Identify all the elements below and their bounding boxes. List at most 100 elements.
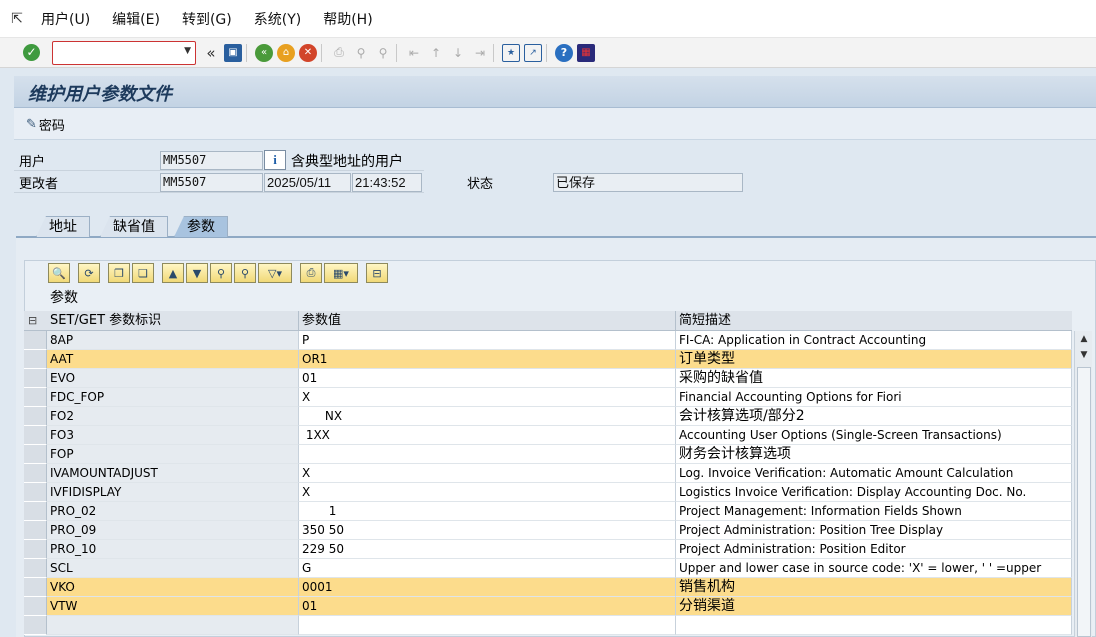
info-icon[interactable]: i — [264, 150, 286, 170]
layout-icon[interactable]: ▦▾ — [324, 263, 358, 283]
scroll-thumb[interactable] — [1077, 367, 1091, 637]
column-header-desc[interactable]: 简短描述 — [676, 311, 1072, 331]
table-row[interactable]: VKO 0001 销售机构 — [24, 578, 1072, 597]
menu-exit-icon[interactable]: ⇱ — [4, 11, 30, 27]
find-icon[interactable]: ⚲ — [352, 44, 370, 62]
row-selector[interactable] — [24, 483, 47, 502]
find-icon[interactable]: ⚲ — [210, 263, 232, 283]
table-row[interactable]: VTW 01 分销渠道 — [24, 597, 1072, 616]
cell-param-value[interactable]: 1 — [299, 502, 676, 521]
sort-descending-icon[interactable]: ▼ — [186, 263, 208, 283]
row-selector[interactable] — [24, 426, 47, 445]
table-row[interactable]: FO3 1XX Accounting User Options (Single-S… — [24, 426, 1072, 445]
menu-system[interactable]: 系统(Y) — [243, 9, 312, 29]
table-row[interactable]: FOP 财务会计核算选项 — [24, 445, 1072, 464]
vertical-scrollbar[interactable]: ▲ ▼ — [1074, 331, 1092, 637]
row-selector[interactable] — [24, 350, 47, 369]
cell-param-value[interactable]: G — [299, 559, 676, 578]
row-selector[interactable] — [24, 407, 47, 426]
column-header-id[interactable]: SET/GET 参数标识 — [47, 311, 299, 331]
save-icon[interactable]: ▣ — [224, 43, 242, 62]
tab-parameters[interactable]: 参数 — [174, 216, 228, 237]
collapse-icon[interactable]: « — [202, 44, 220, 62]
password-button[interactable]: ✎ 密码 — [26, 115, 65, 134]
cell-param-value[interactable]: 01 — [299, 597, 676, 616]
details-icon[interactable]: 🔍 — [48, 263, 70, 283]
cell-param-value[interactable]: OR1 — [299, 350, 676, 369]
scroll-down-icon[interactable]: ▼ — [1075, 347, 1093, 363]
table-row[interactable]: IVAMOUNTADJUST X Log. Invoice Verification… — [24, 464, 1072, 483]
tab-address[interactable]: 地址 — [36, 216, 90, 237]
cell-param-value[interactable]: P — [299, 331, 676, 350]
row-selector[interactable] — [24, 388, 47, 407]
print-icon[interactable]: ⎙ — [300, 263, 322, 283]
last-page-icon[interactable]: ⇥ — [471, 44, 489, 62]
help-icon[interactable]: ? — [555, 43, 573, 62]
exit-icon[interactable]: ⌂ — [277, 43, 295, 62]
tab-defaults[interactable]: 缺省值 — [100, 216, 168, 237]
menu-help[interactable]: 帮助(H) — [312, 9, 383, 29]
column-header-value[interactable]: 参数值 — [299, 311, 676, 331]
table-row[interactable]: 8AP P FI-CA: Application in Contract Accou… — [24, 331, 1072, 350]
row-selector[interactable] — [24, 445, 47, 464]
row-selector[interactable] — [24, 616, 47, 635]
previous-page-icon[interactable]: ↑ — [427, 44, 445, 62]
table-row[interactable]: SCL G Upper and lower case in source code:… — [24, 559, 1072, 578]
table-row[interactable]: IVFIDISPLAY X Logistics Invoice Verificati… — [24, 483, 1072, 502]
find-next-icon[interactable]: ⚲ — [234, 263, 256, 283]
select-all-icon[interactable]: ⊟ — [28, 314, 37, 327]
cell-param-value[interactable]: X — [299, 464, 676, 483]
filter-icon[interactable]: ▽▾ — [258, 263, 292, 283]
scroll-up-icon[interactable]: ▲ — [1075, 331, 1093, 347]
row-selector[interactable] — [24, 464, 47, 483]
print-icon[interactable]: ⎙ — [330, 44, 348, 62]
menu-edit[interactable]: 编辑(E) — [101, 9, 171, 29]
refresh-icon[interactable]: ⟳ — [78, 263, 100, 283]
cancel-icon[interactable]: ✕ — [299, 43, 317, 62]
first-page-icon[interactable]: ⇤ — [405, 44, 423, 62]
row-selector[interactable] — [24, 521, 47, 540]
cell-param-value[interactable]: 1XX — [299, 426, 676, 445]
table-row[interactable]: PRO_02 1 Project Management: Information … — [24, 502, 1072, 521]
cell-param-value[interactable] — [299, 445, 676, 464]
cell-param-value[interactable]: 0001 — [299, 578, 676, 597]
paste-icon[interactable]: ❏ — [132, 263, 154, 283]
table-row[interactable]: FO2 NX 会计核算选项/部分2 — [24, 407, 1072, 426]
cell-param-value[interactable]: X — [299, 483, 676, 502]
table-row[interactable]: PRO_09 350 50 Project Administration: Posi… — [24, 521, 1072, 540]
enter-check-icon[interactable]: ✓ — [23, 44, 40, 61]
delete-row-icon[interactable]: ⊟ — [366, 263, 388, 283]
table-row[interactable]: EVO 01 采购的缺省值 — [24, 369, 1072, 388]
cell-param-value[interactable]: 01 — [299, 369, 676, 388]
row-selector[interactable] — [24, 369, 47, 388]
row-selector[interactable] — [24, 502, 47, 521]
menu-user[interactable]: 用户(U) — [30, 9, 101, 29]
table-row[interactable]: FDC_FOP X Financial Accounting Options for… — [24, 388, 1072, 407]
command-input[interactable] — [55, 42, 175, 63]
row-selector[interactable] — [24, 559, 47, 578]
table-row[interactable]: PRO_10 229 50 Project Administration: Posi… — [24, 540, 1072, 559]
find-next-icon[interactable]: ⚲ — [374, 44, 392, 62]
new-session-icon[interactable]: ★ — [502, 43, 520, 62]
back-icon[interactable]: « — [255, 43, 273, 62]
row-selector[interactable] — [24, 331, 47, 350]
sort-ascending-icon[interactable]: ▲ — [162, 263, 184, 283]
menu-goto[interactable]: 转到(G) — [171, 9, 243, 29]
cell-param-value[interactable]: X — [299, 388, 676, 407]
cell-param-value[interactable]: 350 50 — [299, 521, 676, 540]
cell-param-value[interactable]: 229 50 — [299, 540, 676, 559]
shortcut-icon[interactable]: ↗ — [524, 43, 542, 62]
chevron-down-icon[interactable]: ▼ — [184, 46, 191, 56]
table-row[interactable] — [24, 616, 1072, 635]
row-selector[interactable] — [24, 540, 47, 559]
row-selector[interactable] — [24, 578, 47, 597]
command-field[interactable]: ▼ — [52, 40, 196, 65]
customize-layout-icon[interactable]: ▦ — [577, 43, 595, 62]
table-row[interactable]: AAT OR1 订单类型 — [24, 350, 1072, 369]
row-selector[interactable] — [24, 597, 47, 616]
next-page-icon[interactable]: ↓ — [449, 44, 467, 62]
cell-param-value[interactable] — [299, 616, 676, 635]
cell-param-value[interactable]: NX — [299, 407, 676, 426]
user-field[interactable]: MM5507 — [160, 151, 263, 170]
copy-icon[interactable]: ❐ — [108, 263, 130, 283]
